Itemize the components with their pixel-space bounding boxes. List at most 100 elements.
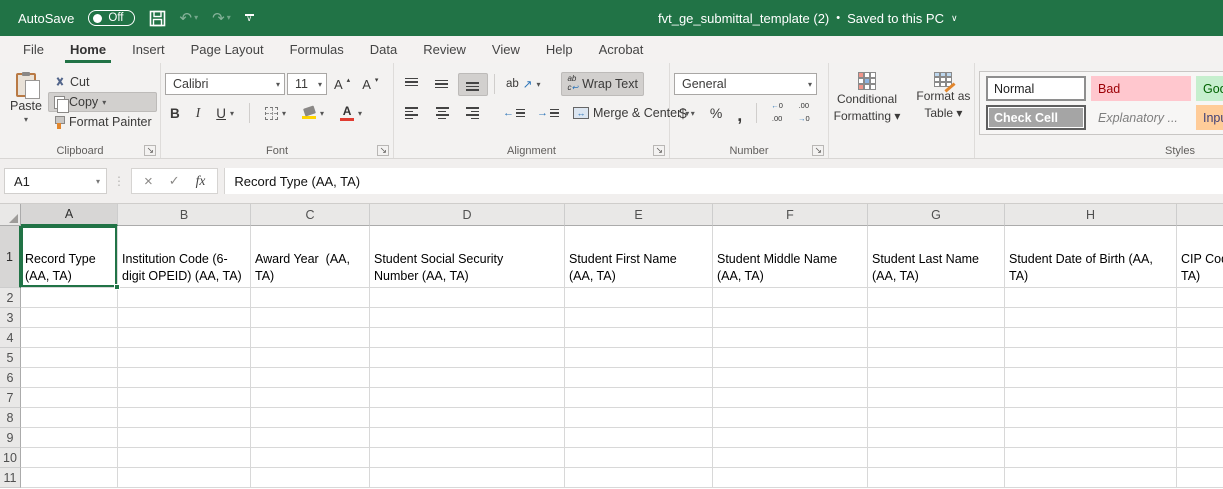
undo-button[interactable]: ↶▾ [180,11,199,26]
middle-align-button[interactable] [428,74,456,95]
cell-B9[interactable] [118,428,251,448]
cell-C10[interactable] [251,448,370,468]
tab-help[interactable]: Help [533,36,586,63]
cell-G1[interactable]: Student Last Name (AA, TA) [868,226,1005,288]
cell-C11[interactable] [251,468,370,488]
cell-I11[interactable] [1177,468,1223,488]
cell-E2[interactable] [565,288,713,308]
column-header-G[interactable]: G [868,204,1005,226]
cell-A2[interactable] [21,288,118,308]
clipboard-dialog-launcher-icon[interactable]: ↘ [144,145,156,156]
cell-C4[interactable] [251,328,370,348]
row-header-7[interactable]: 7 [0,388,21,408]
cell-G4[interactable] [868,328,1005,348]
cell-A8[interactable] [21,408,118,428]
cell-B4[interactable] [118,328,251,348]
cell-C9[interactable] [251,428,370,448]
cell-D5[interactable] [370,348,565,368]
cell-A10[interactable] [21,448,118,468]
cell-G2[interactable] [868,288,1005,308]
cell-style-check-cell[interactable]: Check Cell [986,105,1086,130]
enter-icon[interactable]: ✓ [169,173,180,189]
cell-A4[interactable] [21,328,118,348]
cell-I4[interactable] [1177,328,1223,348]
cell-H7[interactable] [1005,388,1177,408]
borders-button[interactable]: ▾ [260,105,291,122]
cell-G6[interactable] [868,368,1005,388]
underline-button[interactable]: U▾ [211,104,239,123]
row-header-6[interactable]: 6 [0,368,21,388]
cell-C6[interactable] [251,368,370,388]
cell-F5[interactable] [713,348,868,368]
cell-E4[interactable] [565,328,713,348]
cell-B1[interactable]: Institution Code (6- digit OPEID) (AA, T… [118,226,251,288]
tab-page-layout[interactable]: Page Layout [178,36,277,63]
cell-E5[interactable] [565,348,713,368]
save-status[interactable]: Saved to this PC [847,11,944,26]
cell-A6[interactable] [21,368,118,388]
cell-C7[interactable] [251,388,370,408]
cell-H1[interactable]: Student Date of Birth (AA, TA) [1005,226,1177,288]
italic-button[interactable]: I [191,103,206,123]
column-header-C[interactable]: C [251,204,370,226]
bold-button[interactable]: B [165,104,185,123]
wrap-text-button[interactable]: abc↩ Wrap Text [561,72,644,96]
cell-D7[interactable] [370,388,565,408]
cell-H6[interactable] [1005,368,1177,388]
cell-I6[interactable] [1177,368,1223,388]
cell-H10[interactable] [1005,448,1177,468]
cell-E8[interactable] [565,408,713,428]
cell-H3[interactable] [1005,308,1177,328]
font-name-combo[interactable]: Calibri ▾ [165,73,285,95]
cell-E11[interactable] [565,468,713,488]
cell-F7[interactable] [713,388,868,408]
increase-decimal-button[interactable]: ←0.00 [766,100,788,125]
cell-I5[interactable] [1177,348,1223,368]
cell-D4[interactable] [370,328,565,348]
cell-F11[interactable] [713,468,868,488]
column-header-D[interactable]: D [370,204,565,226]
cell-D3[interactable] [370,308,565,328]
column-header-H[interactable]: H [1005,204,1177,226]
cell-D6[interactable] [370,368,565,388]
cell-style-good[interactable]: Good [1196,76,1223,101]
alignment-dialog-launcher-icon[interactable]: ↘ [653,145,665,156]
cell-H4[interactable] [1005,328,1177,348]
cell-F6[interactable] [713,368,868,388]
cell-G3[interactable] [868,308,1005,328]
align-left-button[interactable] [398,103,426,124]
cell-B10[interactable] [118,448,251,468]
name-box[interactable]: A1 ▾ [4,168,107,194]
cell-H8[interactable] [1005,408,1177,428]
accounting-format-button[interactable]: $▾ [674,103,700,123]
column-header-E[interactable]: E [565,204,713,226]
cell-A1[interactable]: Record Type (AA, TA) [21,226,118,288]
cell-D9[interactable] [370,428,565,448]
cell-B8[interactable] [118,408,251,428]
row-header-9[interactable]: 9 [0,428,21,448]
cell-D1[interactable]: Student Social Security Number (AA, TA) [370,226,565,288]
cell-F1[interactable]: Student Middle Name (AA, TA) [713,226,868,288]
cell-G9[interactable] [868,428,1005,448]
tab-view[interactable]: View [479,36,533,63]
format-as-table-button[interactable]: Format as Table ▾ [911,71,975,143]
increase-indent-button[interactable]: → [532,105,564,121]
row-header-1[interactable]: 1 [0,226,21,288]
select-all-button[interactable] [0,204,21,226]
cell-H11[interactable] [1005,468,1177,488]
decrease-font-size-button[interactable]: A▾ [357,75,383,94]
column-header-I[interactable]: I [1177,204,1223,226]
cut-button[interactable]: Cut [48,73,157,91]
cell-G11[interactable] [868,468,1005,488]
copy-button[interactable]: Copy ▾ [48,92,157,112]
cell-H5[interactable] [1005,348,1177,368]
cell-F3[interactable] [713,308,868,328]
cell-D2[interactable] [370,288,565,308]
tab-insert[interactable]: Insert [119,36,178,63]
align-center-button[interactable] [428,103,456,124]
cell-B2[interactable] [118,288,251,308]
row-header-3[interactable]: 3 [0,308,21,328]
cell-E9[interactable] [565,428,713,448]
cell-G7[interactable] [868,388,1005,408]
conditional-formatting-button[interactable]: Conditional Formatting ▾ [829,71,906,143]
